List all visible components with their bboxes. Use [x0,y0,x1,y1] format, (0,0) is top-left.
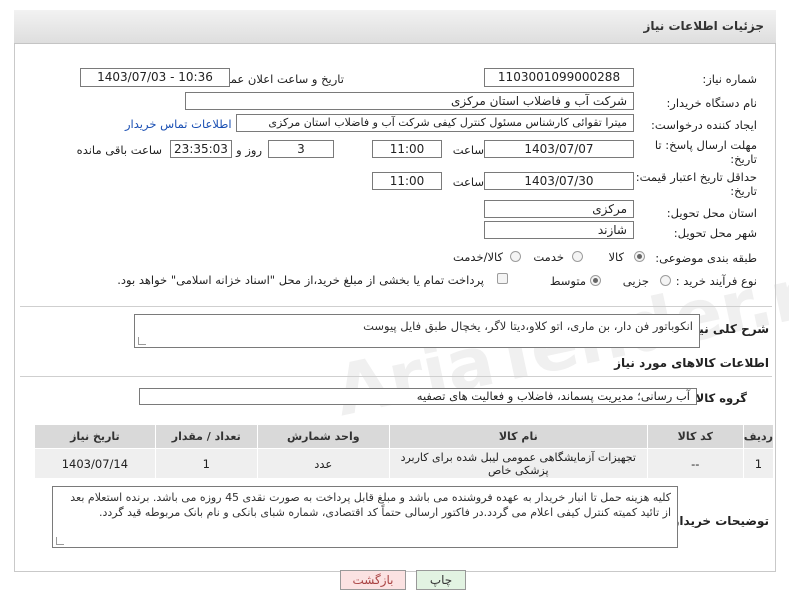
category-label: طبقه بندی موضوعی: [655,251,757,265]
process-medium-label: متوسط [549,274,586,288]
page-title: جزئیات اطلاعات نیاز [643,19,764,33]
process-label: نوع فرآیند خرید : [675,274,757,288]
category-both-label: کالا/خدمت [452,250,503,264]
category-both-radio[interactable] [510,251,521,262]
resize-grip-icon[interactable] [56,537,64,545]
cell-date: 1403/07/14 [34,448,156,479]
need-number-label: شماره نیاز: [702,72,757,86]
back-button[interactable]: بازگشت [340,570,406,590]
cell-qty: 1 [154,448,258,479]
buyer-org-label: نام دستگاه خریدار: [666,96,757,110]
goods-section-title: اطلاعات کالاهای مورد نیاز [614,356,769,370]
days-field: 3 [268,140,334,158]
remaining-time-field: 23:35:03 [170,140,232,158]
province-label: استان محل تحویل: [666,206,757,220]
days-label: روز و [236,143,262,157]
validity-time-label: ساعت [452,175,484,189]
col-code: کد کالا [646,424,744,449]
col-unit: واحد شمارش [256,424,390,449]
city-field: شازند [484,221,634,239]
buyer-notes-textarea[interactable]: کلیه هزینه حمل تا انبار خریدار به عهده ف… [52,486,678,548]
col-qty: تعداد / مقدار [154,424,258,449]
treasury-payment-note: پرداخت تمام یا بخشی از مبلغ خرید،از محل … [117,273,484,287]
contact-buyer-link[interactable]: اطلاعات تماس خریدار [125,117,232,131]
province-field: مرکزی [484,200,634,218]
cell-name: تجهیزات آزمایشگاهی عمومی لیبل شده برای ک… [388,448,648,479]
goods-table: ردیف کد کالا نام کالا واحد شمارش تعداد /… [34,424,775,479]
cell-unit: عدد [256,448,390,479]
creator-field: میترا تقوائی کارشناس مسئول کنترل کیفی شر… [236,114,634,132]
process-medium-radio[interactable] [590,275,601,286]
resize-grip-icon[interactable] [138,337,146,345]
validity-date-field: 1403/07/30 [484,172,634,190]
buyer-notes-label: توضیحات خریدار: [667,514,769,528]
category-service-label: خدمت [533,250,564,264]
validity-label: حداقل تاریخ اعتبار قیمت: تا [625,170,757,184]
goods-group-field: آب رسانی؛ مدیریت پسماند، فاضلاب و فعالیت… [139,388,697,405]
summary-text: انکوباتور فن دار، بن ماری، اتو کلاو،دیتا… [363,319,693,333]
category-goods-radio[interactable] [634,251,645,262]
treasury-payment-checkbox[interactable] [497,273,508,284]
buyer-notes-text: کلیه هزینه حمل تا انبار خریدار به عهده ف… [70,491,671,519]
need-number-field: 1103001099000288 [484,68,634,87]
reply-time-field: 11:00 [372,140,442,158]
announce-field: 1403/07/03 - 10:36 [80,68,230,87]
print-button[interactable]: چاپ [416,570,466,590]
category-goods-label: کالا [608,250,624,264]
col-row: ردیف [742,424,775,449]
reply-deadline-label-date: تاریخ: [730,152,757,166]
validity-time-field: 11:00 [372,172,442,190]
category-service-radio[interactable] [572,251,583,262]
col-name: نام کالا [388,424,648,449]
creator-label: ایجاد کننده درخواست: [651,118,757,132]
process-minor-radio[interactable] [660,275,671,286]
validity-label-date: تاریخ: [730,184,757,198]
process-minor-label: جزیی [622,274,649,288]
goods-divider [20,376,772,377]
panel-header: جزئیات اطلاعات نیاز [14,10,776,44]
summary-textarea[interactable]: انکوباتور فن دار، بن ماری، اتو کلاو،دیتا… [134,314,700,348]
reply-deadline-label: مهلت ارسال پاسخ: تا [654,138,757,152]
remaining-label: ساعت باقی مانده [76,143,162,157]
table-row: 1 -- تجهیزات آزمایشگاهی عمومی لیبل شده ب… [34,448,775,479]
col-date: تاریخ نیاز [34,424,156,449]
cell-code: -- [646,448,744,479]
reply-date-field: 1403/07/07 [484,140,634,158]
city-label: شهر محل تحویل: [673,226,757,240]
reply-time-label: ساعت [452,143,484,157]
buyer-org-field: شرکت آب و فاضلاب استان مرکزی [185,92,634,110]
goods-group-label: گروه کالا: [691,391,747,405]
summary-divider [20,306,772,307]
cell-row: 1 [742,448,775,479]
